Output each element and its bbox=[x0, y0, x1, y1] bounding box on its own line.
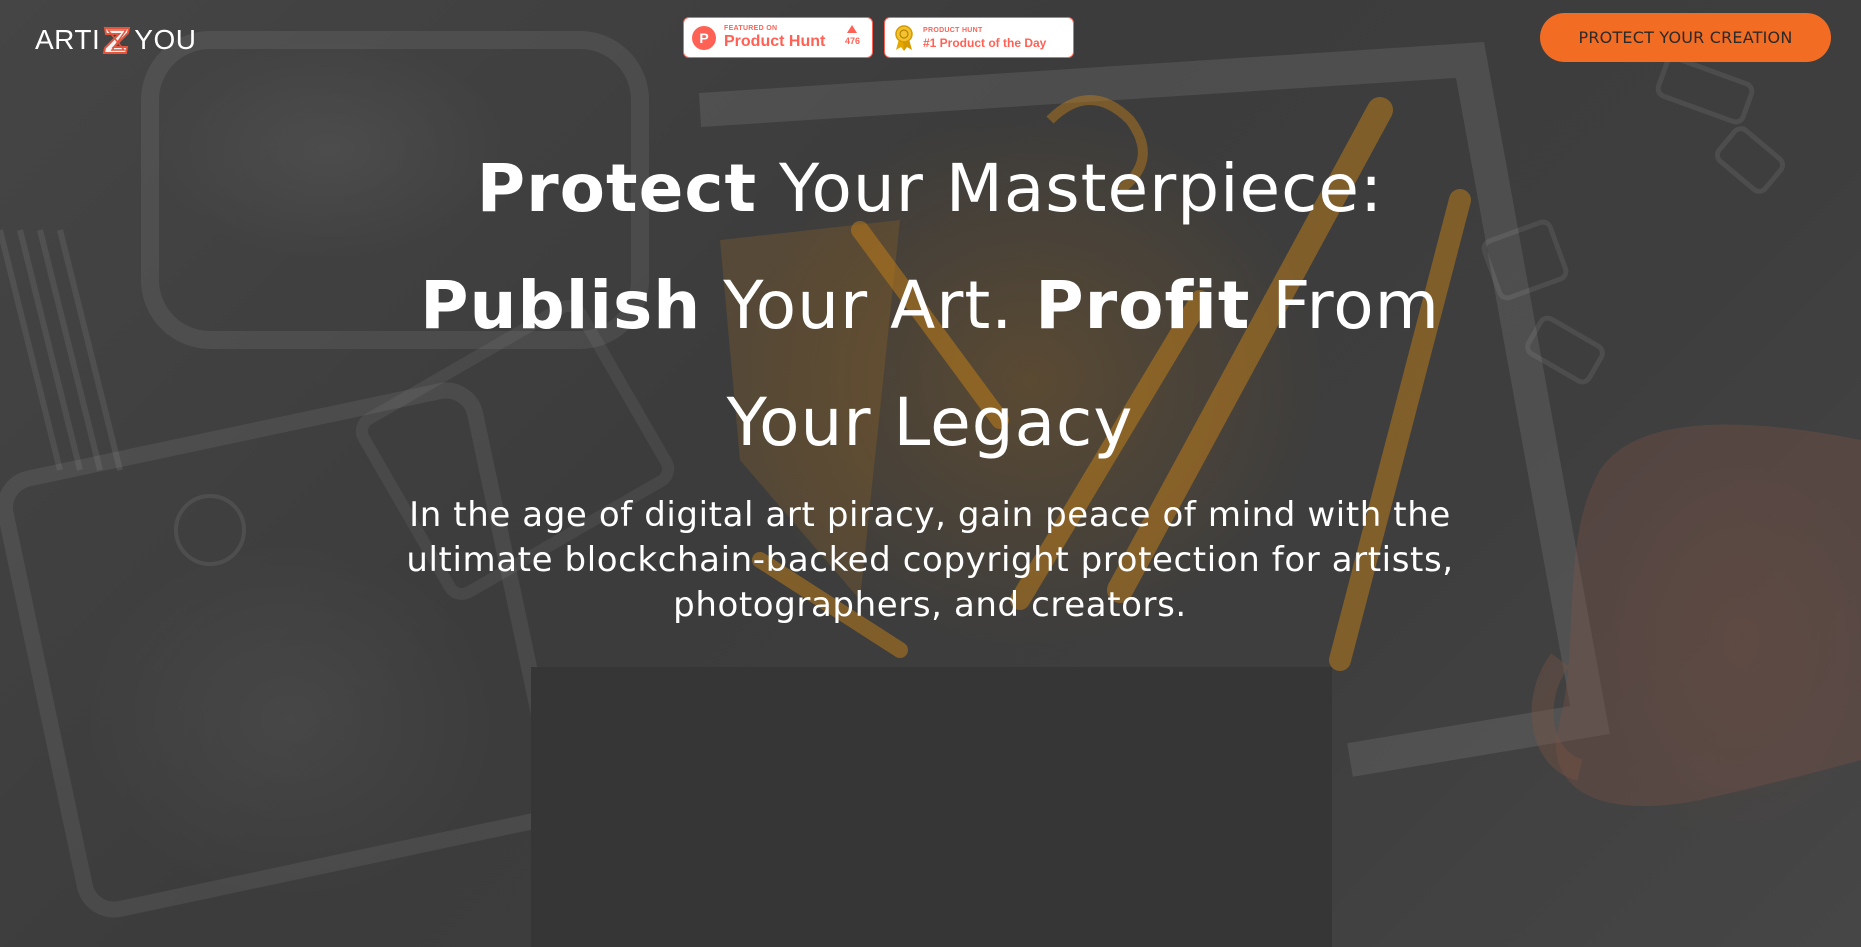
upvote-arrow-icon bbox=[847, 25, 858, 33]
brand-logo[interactable]: ARTI YOU bbox=[35, 24, 196, 56]
headline-protect: Protect bbox=[476, 150, 758, 227]
logo-text-right: YOU bbox=[134, 24, 197, 55]
product-hunt-featured-badge[interactable]: P FEATURED ON Product Hunt 476 bbox=[683, 17, 873, 58]
hero-section: Protect Your Masterpiece: Publish Your A… bbox=[330, 130, 1530, 628]
product-of-the-day-badge[interactable]: PRODUCT HUNT #1 Product of the Day bbox=[884, 17, 1074, 58]
medal-icon bbox=[895, 24, 913, 51]
badge-big-label: #1 Product of the Day bbox=[923, 35, 1047, 50]
badge-text: PRODUCT HUNT #1 Product of the Day bbox=[923, 27, 1046, 49]
headline-line-3: Your Legacy bbox=[726, 384, 1134, 461]
headline-line-2: Publish Your Art. Profit From bbox=[330, 247, 1530, 364]
badge-text: FEATURED ON Product Hunt bbox=[724, 25, 825, 50]
protect-your-creation-button[interactable]: PROTECT YOUR CREATION bbox=[1540, 13, 1831, 62]
product-hunt-icon: P bbox=[692, 25, 716, 50]
video-placeholder-panel bbox=[531, 667, 1332, 947]
badge-big-label: Product Hunt bbox=[724, 33, 826, 50]
headline-publish: Publish bbox=[420, 267, 702, 344]
headline-profit: Profit bbox=[1035, 267, 1251, 344]
badge-small-label: PRODUCT HUNT bbox=[923, 26, 983, 34]
headline-line-2-mid: Your Art. bbox=[701, 267, 1036, 344]
product-hunt-badges: P FEATURED ON Product Hunt 476 PRODUCT H… bbox=[683, 17, 1074, 58]
headline-line-2-rest: From bbox=[1250, 267, 1440, 344]
headline-line-1: Protect Your Masterpiece: bbox=[330, 130, 1530, 247]
upvote-count: 476 bbox=[845, 25, 860, 47]
hero-subtext: In the age of digital art piracy, gain p… bbox=[406, 495, 1454, 625]
badge-small-label: FEATURED ON bbox=[724, 25, 778, 32]
z-logo-icon bbox=[103, 27, 131, 54]
logo-text-left: ARTI bbox=[35, 24, 101, 55]
headline-line-1-rest: Your Masterpiece: bbox=[757, 150, 1384, 227]
hero-headline: Protect Your Masterpiece: Publish Your A… bbox=[330, 130, 1530, 481]
upvote-number: 476 bbox=[844, 36, 860, 46]
